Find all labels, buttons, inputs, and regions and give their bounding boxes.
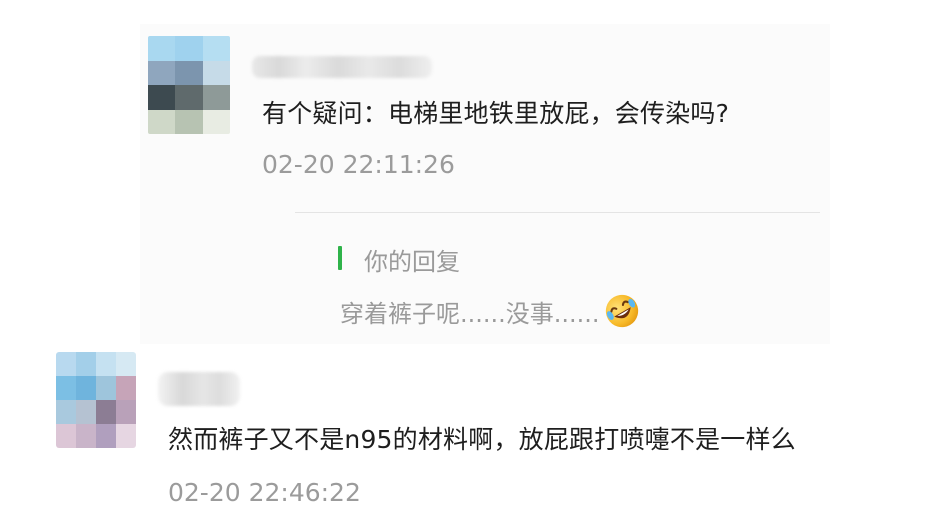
reply-label: 你的回复 xyxy=(364,248,460,276)
reply-text: 穿着裤子呢......没事...... xyxy=(340,299,600,328)
comment-timestamp: 02-20 22:46:22 xyxy=(168,478,361,507)
comment-text: 有个疑问：电梯里地铁里放屁，会传染吗? xyxy=(262,99,730,128)
rolling-on-floor-laughing-icon xyxy=(605,294,638,328)
reply-divider xyxy=(295,212,820,213)
avatar[interactable] xyxy=(148,36,230,134)
reply-accent-bar xyxy=(338,246,342,270)
avatar[interactable] xyxy=(56,352,136,448)
comment-timestamp: 02-20 22:11:26 xyxy=(262,150,455,179)
username-redacted[interactable] xyxy=(158,372,240,406)
reply-content: 穿着裤子呢......没事...... xyxy=(340,292,641,330)
comment-text: 然而裤子又不是n95的材料啊，放屁跟打喷嚏不是一样么 xyxy=(168,425,796,454)
username-redacted[interactable] xyxy=(252,56,432,78)
